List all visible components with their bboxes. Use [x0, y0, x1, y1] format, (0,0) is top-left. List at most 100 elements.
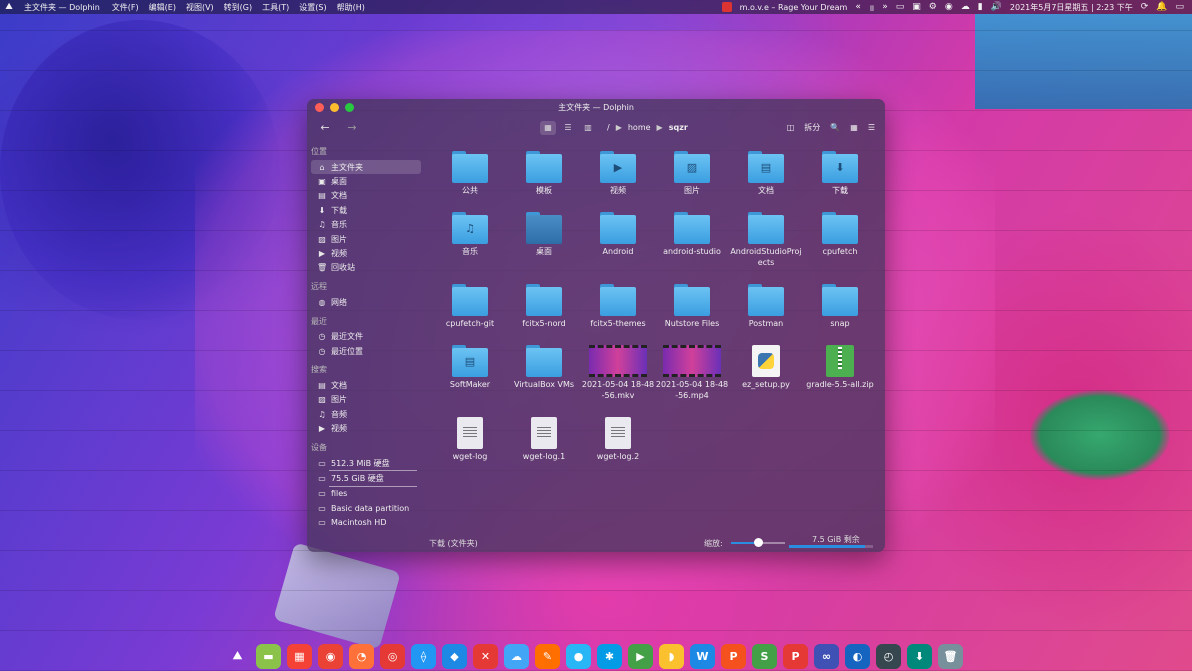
volume-icon[interactable]: 🔊	[991, 2, 1002, 12]
firefox-icon[interactable]: ◔	[349, 643, 374, 669]
menu-edit[interactable]: 编辑(E)	[149, 2, 176, 13]
filter-icon[interactable]: ▦	[850, 121, 858, 135]
file-item[interactable]: Postman	[729, 284, 803, 330]
update-icon[interactable]: ⟳	[1141, 2, 1149, 12]
split-button[interactable]: 拆分	[804, 121, 820, 135]
file-item[interactable]: wget-log.2	[581, 417, 655, 463]
system-icon[interactable]: ◴	[876, 643, 901, 669]
launcher-icon[interactable]: ⛰	[225, 644, 250, 669]
wps-spreadsheet-icon[interactable]: S	[752, 643, 777, 669]
file-item[interactable]: ▤ SoftMaker	[433, 345, 507, 391]
sidebar-item[interactable]: ▣ 桌面	[311, 174, 421, 188]
now-playing-icon[interactable]	[721, 2, 732, 12]
sidebar-item[interactable]: ♫ 音频	[311, 407, 421, 421]
sidebar-item[interactable]: ▤ 文档	[311, 378, 421, 392]
file-item[interactable]: ⬇ 下载	[803, 151, 877, 197]
file-item[interactable]: android-studio	[655, 212, 729, 258]
file-item[interactable]: ▤ 文档	[729, 151, 803, 197]
file-item[interactable]: cpufetch-git	[433, 284, 507, 330]
mountain-logo-icon[interactable]: ⛰	[0, 2, 18, 12]
battery-icon[interactable]: ▮	[978, 2, 983, 12]
netease-music-icon[interactable]: ◎	[380, 643, 405, 669]
chrome-icon[interactable]: ◉	[318, 643, 343, 669]
menu-view[interactable]: 视图(V)	[186, 2, 214, 13]
star-icon[interactable]: ✱	[597, 643, 622, 669]
sidebar-item[interactable]: ▨ 图片	[311, 232, 421, 246]
icon-view-button[interactable]: ▦	[540, 121, 556, 135]
clock[interactable]: 2021年5月7日星期五 | 2:23 下午	[1010, 2, 1133, 13]
sync-icon[interactable]: ◉	[945, 2, 953, 12]
sidebar-item[interactable]: ▤ 文档	[311, 189, 421, 203]
note-icon[interactable]: ◗	[659, 643, 684, 669]
files-icon[interactable]: ▬	[256, 643, 281, 669]
menu-settings[interactable]: 设置(S)	[299, 2, 326, 13]
file-item[interactable]: Android	[581, 212, 655, 258]
xmind-icon[interactable]: ✕	[473, 643, 498, 669]
file-item[interactable]: 公共	[433, 151, 507, 197]
sidebar-item[interactable]: ▨ 图片	[311, 393, 421, 407]
file-item[interactable]: wget-log.1	[507, 417, 581, 463]
forward-arrow-icon[interactable]: →	[345, 121, 359, 135]
sidebar-item[interactable]: ◷ 最近文件	[311, 330, 421, 344]
vscode-icon[interactable]: ◆	[442, 643, 467, 669]
file-item[interactable]: 2021-05-04 18-48-56.mp4	[655, 345, 729, 401]
details-view-button[interactable]: ▥	[580, 121, 596, 135]
zoom-slider-handle[interactable]	[754, 538, 763, 547]
flow-icon[interactable]: ⟠	[411, 643, 436, 669]
baidu-netdisk-icon[interactable]: ∞	[814, 643, 839, 669]
breadcrumb-current[interactable]: sqzr	[669, 121, 688, 135]
maximize-button[interactable]	[345, 103, 354, 112]
sidebar-item[interactable]: ▶ 视频	[311, 246, 421, 260]
minimize-button[interactable]	[330, 103, 339, 112]
file-item[interactable]: AndroidStudioProjects	[729, 212, 803, 268]
menu-help[interactable]: 帮助(H)	[337, 2, 365, 13]
media-next-icon[interactable]: »	[882, 2, 888, 12]
window-titlebar[interactable]: 主文件夹 — Dolphin	[307, 99, 885, 116]
show-desktop-icon[interactable]: ▭	[1175, 2, 1184, 12]
browser-icon[interactable]: ◐	[845, 643, 870, 669]
back-arrow-icon[interactable]: ←	[318, 121, 332, 135]
file-item[interactable]: cpufetch	[803, 212, 877, 258]
cloud-icon[interactable]: ☁	[504, 643, 529, 669]
trash-icon[interactable]: 🗑	[938, 643, 963, 669]
media-pause-icon[interactable]: ॥	[869, 1, 874, 14]
file-item[interactable]: Nutstore Files	[655, 284, 729, 330]
sidebar-item[interactable]: ▭ 75.5 GiB 硬盘	[311, 471, 421, 485]
file-item[interactable]: fcitx5-nord	[507, 284, 581, 330]
file-item[interactable]: ez_setup.py	[729, 345, 803, 391]
file-item[interactable]: VirtualBox VMs	[507, 345, 581, 391]
windows-icon[interactable]: ▦	[287, 643, 312, 669]
notification-bell-icon[interactable]: 🔔	[1156, 2, 1167, 12]
breadcrumb-home[interactable]: home	[628, 121, 651, 135]
cloud-tray-icon[interactable]: ☁	[961, 2, 970, 12]
split-view-icon[interactable]: ◫	[787, 121, 795, 135]
file-item[interactable]: ▨ 图片	[655, 151, 729, 197]
now-playing-text[interactable]: m.o.v.e – Rage Your Dream	[740, 3, 848, 12]
sidebar-item[interactable]: ◍ 网络	[311, 295, 421, 309]
wps-pdf-icon[interactable]: P	[783, 643, 808, 669]
file-item[interactable]: wget-log	[433, 417, 507, 463]
file-item[interactable]: fcitx5-themes	[581, 284, 655, 330]
sidebar-item[interactable]: ▶ 视频	[311, 421, 421, 435]
close-button[interactable]	[315, 103, 324, 112]
menu-file[interactable]: 文件(F)	[112, 2, 139, 13]
file-item[interactable]: ▶ 视频	[581, 151, 655, 197]
play-icon[interactable]: ▶	[628, 643, 653, 669]
sidebar-item[interactable]: ▭ Basic data partition	[311, 501, 421, 515]
wps-writer-icon[interactable]: W	[690, 643, 715, 669]
search-icon[interactable]: 🔍	[830, 121, 840, 135]
sidebar-item[interactable]: ⌂ 主文件夹	[311, 160, 421, 175]
file-item[interactable]: 模板	[507, 151, 581, 197]
breadcrumb-root[interactable]: /	[607, 121, 610, 135]
media-prev-icon[interactable]: «	[855, 2, 861, 12]
hamburger-menu-icon[interactable]: ☰	[868, 121, 875, 135]
sidebar-item[interactable]: ▭ files	[311, 487, 421, 501]
file-item[interactable]: snap	[803, 284, 877, 330]
sidebar-item[interactable]: ◷ 最近位置	[311, 344, 421, 358]
pen-icon[interactable]: ✎	[535, 643, 560, 669]
input-method-icon[interactable]: ▣	[912, 2, 921, 12]
wps-presentation-icon[interactable]: P	[721, 643, 746, 669]
sidebar-item[interactable]: ⬇ 下载	[311, 203, 421, 217]
qq-icon[interactable]: ●	[566, 643, 591, 669]
file-item[interactable]: 2021-05-04 18-48-56.mkv	[581, 345, 655, 401]
